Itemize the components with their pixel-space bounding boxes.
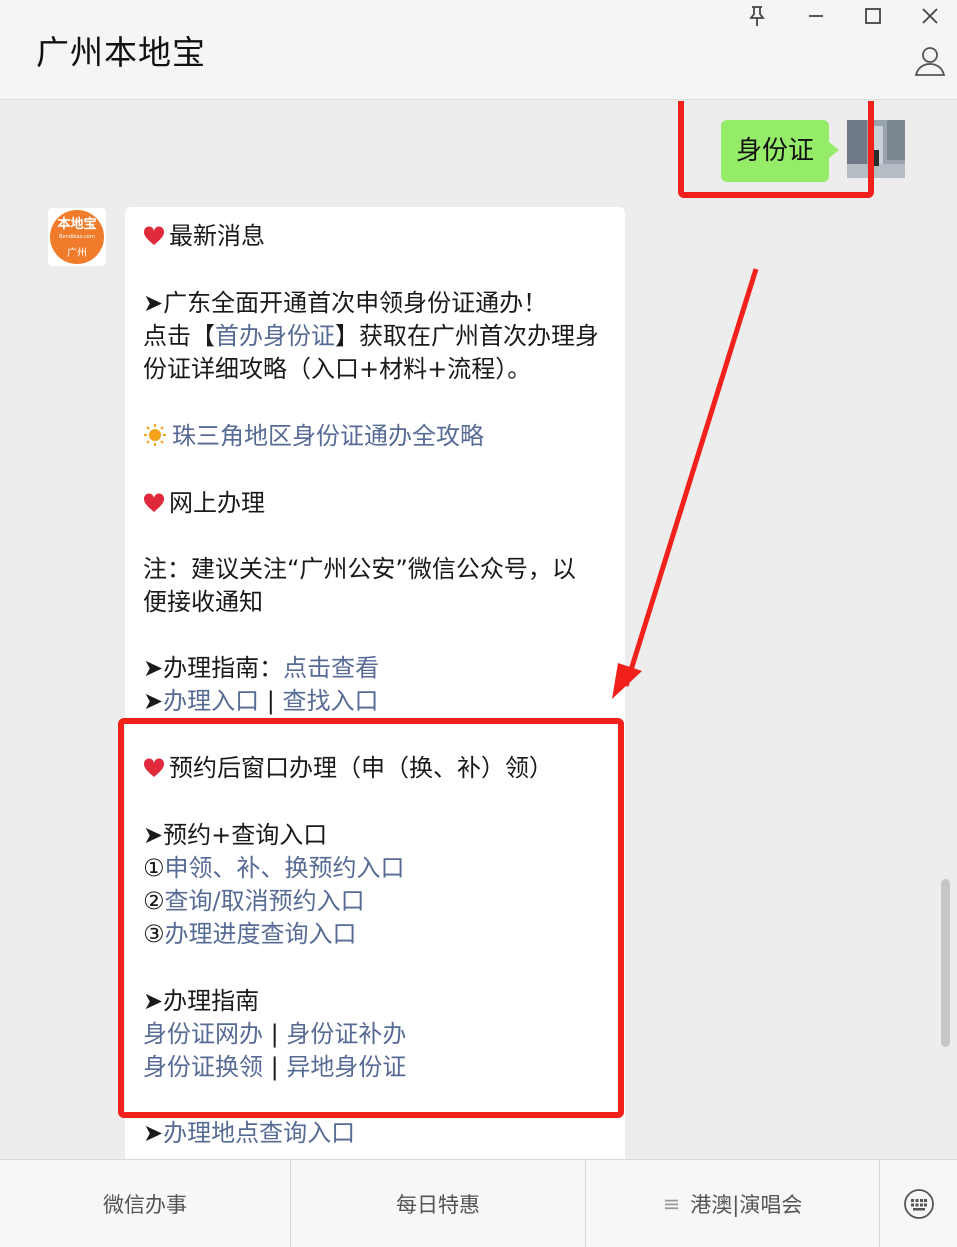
bot-avatar[interactable]: 本地宝 Bendibao.com 广州 [48, 208, 106, 266]
pin-icon[interactable] [740, 2, 774, 30]
menu-list-icon: ≡ [662, 1192, 681, 1216]
bot-avatar-city: 广州 [67, 248, 87, 259]
prd-guide-line: 珠三角地区身份证通办全攻略 [143, 420, 484, 453]
close-icon[interactable] [913, 2, 947, 30]
detail-line: 份证详细攻略（入口+材料+流程）。 [143, 355, 532, 383]
chat-scrollbar[interactable] [941, 879, 950, 1047]
menu-wechat-services[interactable]: 微信办事 [0, 1160, 291, 1247]
online-heading: 网上办理 [143, 487, 265, 520]
guangdong-notice: ➤广东全面开通首次申领身份证通办！ [143, 289, 548, 317]
sun-icon [144, 424, 166, 446]
keyboard-icon[interactable] [880, 1160, 957, 1247]
first-id-link[interactable]: 首办身份证 [215, 322, 335, 350]
latest-news-heading: 最新消息 [143, 220, 265, 253]
bot-avatar-logo-text: 本地宝 [57, 217, 97, 232]
view-guide-link[interactable]: 点击查看 [283, 654, 379, 682]
note-line-1: 注：建议关注“广州公安”微信公众号，以 [143, 555, 576, 583]
heart-icon [143, 226, 165, 245]
heart-icon [143, 493, 165, 512]
place-query-link[interactable]: 办理地点查询入口 [163, 1119, 355, 1147]
note-line-2: 便接收通知 [143, 588, 263, 616]
person-icon[interactable] [913, 44, 947, 78]
click-line: 点击【首办身份证】获取在广州首次办理身 [143, 322, 599, 350]
highlight-box-query [678, 101, 874, 198]
menu-hk-macau-concert[interactable]: ≡ 港澳|演唱会 [586, 1160, 880, 1247]
entry-line: ➤办理入口 | 查找入口 [143, 687, 379, 715]
highlight-box-appointment [118, 718, 624, 1118]
entry-link[interactable]: 办理入口 [163, 687, 259, 715]
bottom-menu: 微信办事 每日特惠 ≡ 港澳|演唱会 [0, 1159, 957, 1247]
title-bar: 广州本地宝 [0, 0, 957, 100]
minimize-icon[interactable] [799, 2, 833, 30]
maximize-icon[interactable] [856, 2, 890, 30]
chat-area[interactable]: 身份证 本地宝 Bendibao.com 广州 最新消息 ➤广东全面开通首次申领… [0, 101, 957, 1159]
find-entry-link[interactable]: 查找入口 [282, 687, 378, 715]
menu-daily-deals[interactable]: 每日特惠 [291, 1160, 586, 1247]
place-query-line: ➤办理地点查询入口 [143, 1119, 356, 1147]
guide-line: ➤办理指南：点击查看 [143, 654, 380, 682]
prd-guide-link[interactable]: 珠三角地区身份证通办全攻略 [172, 422, 484, 450]
window-title: 广州本地宝 [36, 33, 206, 72]
bot-avatar-logo-sub: Bendibao.com [59, 234, 95, 240]
